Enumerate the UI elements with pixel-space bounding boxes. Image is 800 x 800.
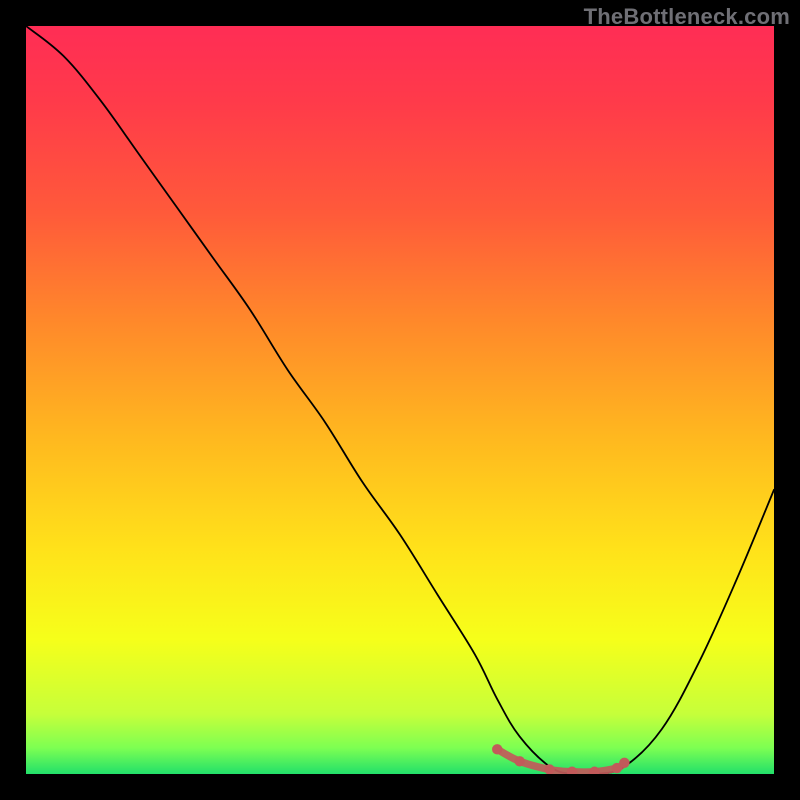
chart-frame: TheBottleneck.com xyxy=(0,0,800,800)
highlight-dot xyxy=(492,744,502,754)
highlight-dot xyxy=(514,756,524,766)
watermark-text: TheBottleneck.com xyxy=(584,4,790,30)
highlight-dot xyxy=(567,767,577,774)
highlight-dot xyxy=(619,758,629,768)
bottleneck-curve xyxy=(26,26,774,774)
chart-layer xyxy=(26,26,774,774)
plot-area xyxy=(26,26,774,774)
